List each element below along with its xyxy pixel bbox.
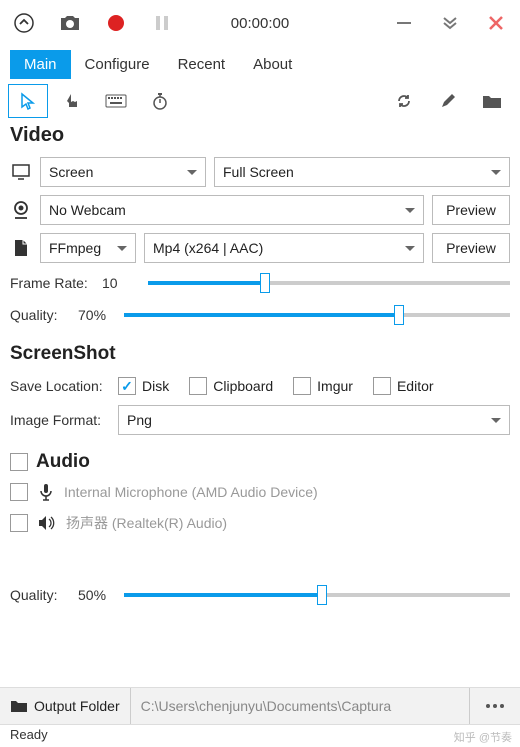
framerate-label: Frame Rate: [10,275,92,291]
mode-toolbar [0,80,520,122]
status-text: Ready [10,727,48,742]
disk-checkbox[interactable] [118,377,136,395]
bottom-bar: Output Folder C:\Users\chenjunyu\Documen… [0,687,520,725]
framerate-row: Frame Rate: 10 [0,267,520,299]
pause-icon[interactable] [148,9,176,37]
encoder-preview-button[interactable]: Preview [432,233,510,263]
video-heading: Video [0,122,520,153]
tab-main[interactable]: Main [10,50,71,79]
video-source-row: Screen Full Screen [0,153,520,191]
audio-quality-row: Quality: 50% [0,579,520,611]
timer-mode-icon[interactable] [140,84,180,118]
screenshot-heading: ScreenShot [0,331,520,371]
webcam-value: No Webcam [49,202,126,218]
close-icon[interactable] [482,9,510,37]
clipboard-checkbox[interactable] [189,377,207,395]
video-source-value: Screen [49,164,93,180]
video-quality-value: 70% [78,307,114,323]
webcam-icon [10,201,32,219]
clipboard-label: Clipboard [213,378,273,394]
expand-down-icon[interactable] [436,9,464,37]
more-button[interactable] [470,688,520,724]
save-location-label: Save Location: [10,378,110,394]
save-location-row: Save Location: Disk Clipboard Imgur Edit… [0,371,520,401]
format-value: Mp4 (x264 | AAC) [153,240,263,256]
speaker-row: 扬声器 (Realtek(R) Audio) [0,507,520,539]
output-folder-button[interactable]: Output Folder [0,688,131,724]
audio-heading-row: Audio [0,439,520,477]
click-mode-icon[interactable] [52,84,92,118]
audio-quality-slider[interactable] [124,585,510,605]
video-quality-label: Quality: [10,307,68,323]
folder-icon[interactable] [472,84,512,118]
editor-checkbox[interactable] [373,377,391,395]
audio-heading: Audio [36,451,90,473]
image-format-value: Png [127,412,152,428]
imgur-checkbox[interactable] [293,377,311,395]
microphone-icon [38,483,54,501]
speaker-label: 扬声器 (Realtek(R) Audio) [66,513,227,533]
audio-enable-checkbox[interactable] [10,453,28,471]
speaker-checkbox[interactable] [10,514,28,532]
framerate-value: 10 [102,275,138,291]
mic-label: Internal Microphone (AMD Audio Device) [64,484,318,500]
speaker-icon [38,515,56,531]
title-bar: 00:00:00 [0,0,520,46]
keyboard-mode-icon[interactable] [96,84,136,118]
brush-icon[interactable] [428,84,468,118]
main-tabs: Main Configure Recent About [0,46,520,80]
output-path[interactable]: C:\Users\chenjunyu\Documents\Captura [131,688,470,724]
audio-quality-label: Quality: [10,587,68,603]
framerate-slider[interactable] [148,273,510,293]
mic-row: Internal Microphone (AMD Audio Device) [0,477,520,507]
webcam-preview-button[interactable]: Preview [432,195,510,225]
folder-small-icon [10,699,28,713]
editor-label: Editor [397,378,434,394]
collapse-icon[interactable] [10,9,38,37]
image-format-select[interactable]: Png [118,405,510,435]
monitor-icon [10,164,32,180]
tab-recent[interactable]: Recent [164,50,240,79]
format-select[interactable]: Mp4 (x264 | AAC) [144,233,424,263]
image-format-row: Image Format: Png [0,401,520,439]
status-bar: Ready [0,725,520,747]
output-folder-label: Output Folder [34,698,120,714]
encoder-select[interactable]: FFmpeg [40,233,136,263]
encoder-value: FFmpeg [49,240,101,256]
minimize-icon[interactable] [390,9,418,37]
refresh-icon[interactable] [384,84,424,118]
imgur-label: Imgur [317,378,353,394]
video-source-select[interactable]: Screen [40,157,206,187]
video-quality-row: Quality: 70% [0,299,520,331]
audio-quality-value: 50% [78,587,114,603]
file-icon [10,239,32,257]
video-region-select[interactable]: Full Screen [214,157,510,187]
encoder-row: FFmpeg Mp4 (x264 | AAC) Preview [0,229,520,267]
video-quality-slider[interactable] [124,305,510,325]
watermark: 知乎 @节奏 [454,729,512,745]
cursor-mode-icon[interactable] [8,84,48,118]
disk-label: Disk [142,378,169,394]
video-region-value: Full Screen [223,164,294,180]
record-icon[interactable] [102,9,130,37]
webcam-row: No Webcam Preview [0,191,520,229]
tab-configure[interactable]: Configure [71,50,164,79]
screenshot-icon[interactable] [56,9,84,37]
timer-display: 00:00:00 [231,15,289,32]
webcam-select[interactable]: No Webcam [40,195,424,225]
mic-checkbox[interactable] [10,483,28,501]
image-format-label: Image Format: [10,412,110,428]
tab-about[interactable]: About [239,50,306,79]
